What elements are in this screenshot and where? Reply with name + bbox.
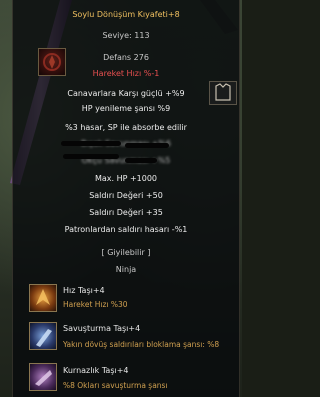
redaction-mark (63, 154, 119, 159)
item-title: Soylu Dönüşüm Kıyafeti+8 (72, 10, 180, 19)
socket-2-desc: Yakın dövüş saldırıları bloklama şansı: … (63, 340, 220, 349)
item-attack-value-1: Saldırı Değeri +50 (89, 191, 163, 200)
item-hp-regen: HP yenileme şansı %9 (81, 104, 171, 113)
item-class: Ninja (115, 265, 137, 274)
block-stone-icon (29, 322, 57, 350)
redaction-mark (125, 158, 157, 163)
item-move-speed: Hareket Hızı %-1 (92, 69, 160, 78)
item-monster-resist: Canavarlara Karşı güçlü +%9 (67, 89, 185, 98)
speed-stone-icon (29, 284, 57, 312)
socket-2-name: Savuşturma Taşı+4 (63, 324, 141, 333)
item-wearable: [ Giyilebilir ] (101, 248, 151, 257)
socket-1-name: Hız Taşı+4 (63, 286, 105, 295)
socket-3-name: Kurnazlık Taşı+4 (63, 366, 129, 375)
socket-3-desc: %8 Okları savuşturma şansı (63, 381, 168, 390)
game-scene: Soylu Dönüşüm Kıyafeti+8 Seviye: 113 Def… (0, 0, 242, 397)
redaction-mark (125, 143, 169, 148)
item-attack-value-2: Saldırı Değeri +35 (89, 208, 163, 217)
item-boss-damage: Patronlardan saldırı hasarı -%1 (64, 225, 188, 234)
socket-1-desc: Hareket Hızı %30 (63, 300, 128, 309)
item-sp-absorb: %3 hasar, SP ile absorbe edilir (65, 123, 187, 132)
item-tooltip: Soylu Dönüşüm Kıyafeti+8 Seviye: 113 Def… (12, 0, 240, 397)
item-level: Seviye: 113 (102, 31, 150, 40)
redaction-mark (61, 141, 121, 146)
item-max-hp: Max. HP +1000 (94, 174, 158, 183)
item-defense: Defans 276 (103, 53, 149, 62)
arrow-stone-icon (29, 363, 57, 391)
